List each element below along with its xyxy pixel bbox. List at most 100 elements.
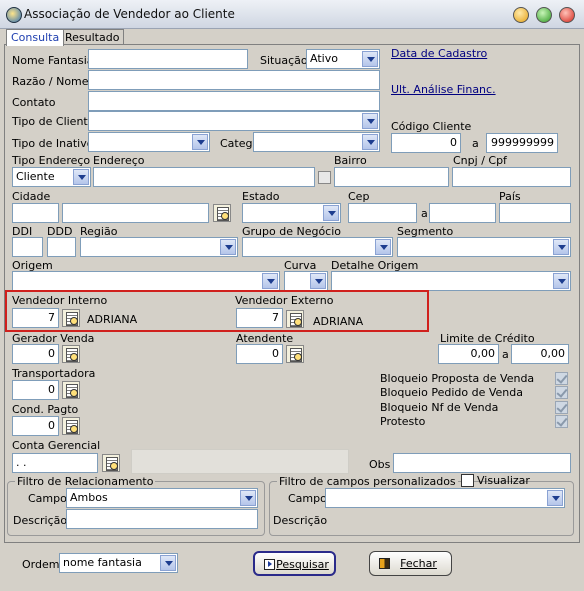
- tipo-inativo-label: Tipo de Inativo: [12, 137, 94, 150]
- chevron-down-icon[interactable]: [73, 169, 89, 185]
- categ-select[interactable]: [253, 132, 380, 152]
- filtro-relacionamento-title: Filtro de Relacionamento: [15, 475, 156, 488]
- obs-input[interactable]: [393, 453, 571, 473]
- chevron-down-icon[interactable]: [375, 239, 391, 255]
- bloqueio-proposta-label: Bloqueio Proposta de Venda: [380, 372, 535, 385]
- visualizar-checkbox[interactable]: [461, 474, 474, 487]
- search-lookup-icon[interactable]: [62, 309, 80, 327]
- search-lookup-icon[interactable]: [62, 381, 80, 399]
- chevron-down-icon[interactable]: [220, 239, 236, 255]
- search-lookup-icon[interactable]: [62, 345, 80, 363]
- endereco-checkbox[interactable]: [318, 171, 331, 184]
- maximize-button[interactable]: [536, 7, 552, 23]
- ordem-value: nome fantasia: [63, 556, 142, 569]
- search-lookup-icon[interactable]: [213, 204, 231, 222]
- vendedor-interno-name: ADRIANA: [87, 313, 138, 326]
- filtro-personalizado-title: Filtro de campos personalizados: [277, 475, 458, 488]
- chevron-down-icon[interactable]: [192, 134, 208, 150]
- chevron-down-icon[interactable]: [160, 555, 176, 571]
- cond-pagto-input[interactable]: 0: [12, 416, 59, 436]
- data-cadastro-link[interactable]: Data de Cadastro: [391, 47, 487, 60]
- cidade-nome-input[interactable]: [62, 203, 209, 223]
- search-lookup-icon[interactable]: [286, 310, 304, 328]
- cep-sep: a: [421, 207, 428, 220]
- vendedor-externo-label: Vendedor Externo: [235, 294, 334, 307]
- tab-consulta[interactable]: Consulta: [6, 29, 65, 46]
- filtro-pers-campo-select[interactable]: [325, 488, 565, 508]
- situacao-select[interactable]: Ativo: [306, 49, 380, 69]
- filtro-rel-campo-select[interactable]: Ambos: [66, 488, 258, 508]
- contato-label: Contato: [12, 96, 56, 109]
- codigo-cliente-to[interactable]: 999999999: [486, 133, 558, 153]
- cnpj-cpf-label: Cnpj / Cpf: [453, 154, 507, 167]
- ddi-input[interactable]: [12, 237, 43, 257]
- ult-analise-link[interactable]: Ult. Análise Financ.: [391, 83, 496, 96]
- minimize-button[interactable]: [513, 7, 529, 23]
- vendedor-externo-name: ADRIANA: [313, 315, 364, 328]
- pais-input[interactable]: [499, 203, 571, 223]
- conta-gerencial-input[interactable]: . .: [12, 453, 98, 473]
- search-lookup-icon[interactable]: [62, 417, 80, 435]
- estado-select[interactable]: [242, 203, 341, 223]
- cidade-label: Cidade: [12, 190, 51, 203]
- cep-from-input[interactable]: [348, 203, 417, 223]
- tab-resultado[interactable]: Resultado: [60, 29, 125, 45]
- atendente-input[interactable]: 0: [236, 344, 283, 364]
- bairro-label: Bairro: [334, 154, 367, 167]
- ddd-input[interactable]: [47, 237, 76, 257]
- chevron-down-icon[interactable]: [262, 273, 278, 289]
- search-lookup-icon[interactable]: [286, 345, 304, 363]
- filtro-rel-descricao-input[interactable]: [66, 509, 258, 529]
- detalhe-origem-select[interactable]: [331, 271, 571, 291]
- codigo-cliente-from[interactable]: 0: [391, 133, 461, 153]
- limite-credito-to[interactable]: 0,00: [511, 344, 569, 364]
- endereco-input[interactable]: [93, 167, 315, 187]
- chevron-down-icon[interactable]: [553, 239, 569, 255]
- pesquisar-button[interactable]: Pesquisar: [253, 551, 336, 576]
- cnpj-cpf-input[interactable]: [452, 167, 571, 187]
- nome-fantasia-label: Nome Fantasia: [12, 54, 94, 67]
- search-lookup-icon[interactable]: [102, 454, 120, 472]
- chevron-down-icon[interactable]: [362, 51, 378, 67]
- filtro-rel-campo-value: Ambos: [70, 491, 108, 504]
- fechar-button[interactable]: Fechar: [369, 551, 452, 576]
- protesto-label: Protesto: [380, 415, 426, 428]
- contato-input[interactable]: [88, 91, 380, 111]
- chevron-down-icon[interactable]: [547, 490, 563, 506]
- title-bar: Associação de Vendedor ao Cliente: [0, 0, 584, 29]
- chevron-down-icon[interactable]: [310, 273, 326, 289]
- obs-label: Obs: [369, 458, 391, 471]
- grupo-negocio-select[interactable]: [242, 237, 393, 257]
- chevron-down-icon[interactable]: [362, 113, 378, 129]
- chevron-down-icon[interactable]: [323, 205, 339, 221]
- vendedor-externo-code[interactable]: 7: [236, 308, 283, 328]
- segmento-select[interactable]: [397, 237, 571, 257]
- gerador-venda-input[interactable]: 0: [12, 344, 59, 364]
- bloqueio-pedido-checkbox[interactable]: [555, 386, 568, 399]
- tipo-cliente-select[interactable]: [88, 111, 380, 131]
- vendedor-interno-code[interactable]: 7: [12, 308, 59, 328]
- nome-fantasia-input[interactable]: [88, 49, 248, 69]
- transportadora-input[interactable]: 0: [12, 380, 59, 400]
- razao-nome-input[interactable]: [88, 70, 380, 90]
- cond-pagto-label: Cond. Pagto: [12, 403, 79, 416]
- chevron-down-icon[interactable]: [362, 134, 378, 150]
- situacao-value: Ativo: [310, 52, 338, 65]
- limite-credito-from[interactable]: 0,00: [438, 344, 499, 364]
- origem-select[interactable]: [12, 271, 280, 291]
- regiao-select[interactable]: [80, 237, 238, 257]
- ordem-select[interactable]: nome fantasia: [59, 553, 178, 573]
- tipo-endereco-select[interactable]: Cliente: [12, 167, 91, 187]
- bloqueio-proposta-checkbox[interactable]: [555, 372, 568, 385]
- visualizar-label: Visualizar: [477, 474, 530, 487]
- protesto-checkbox[interactable]: [555, 415, 568, 428]
- bairro-input[interactable]: [334, 167, 449, 187]
- chevron-down-icon[interactable]: [553, 273, 569, 289]
- chevron-down-icon[interactable]: [240, 490, 256, 506]
- tipo-inativo-select[interactable]: [88, 132, 210, 152]
- curva-select[interactable]: [284, 271, 328, 291]
- cep-to-input[interactable]: [429, 203, 496, 223]
- cidade-codigo-input[interactable]: [12, 203, 59, 223]
- bloqueio-nf-checkbox[interactable]: [555, 401, 568, 414]
- close-button[interactable]: [559, 7, 575, 23]
